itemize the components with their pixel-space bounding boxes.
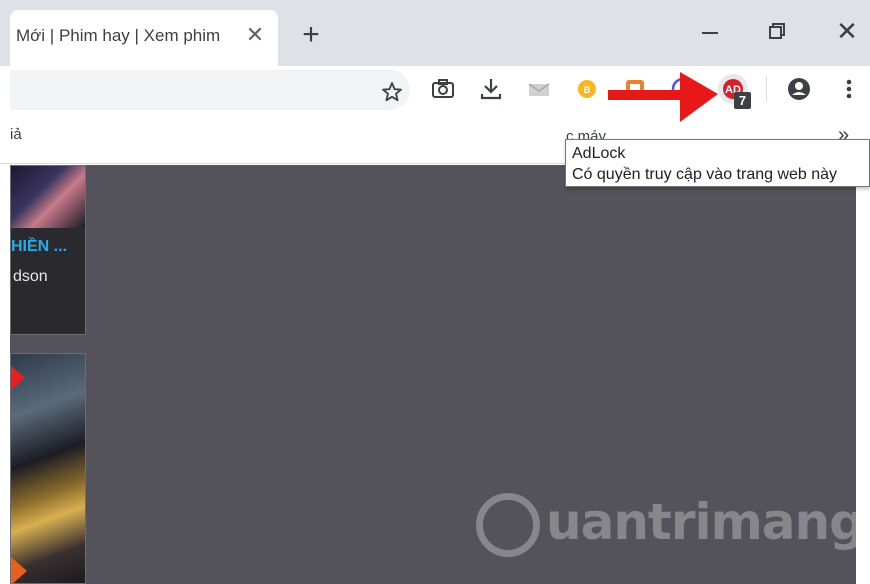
new-tab-button[interactable]: + xyxy=(296,20,326,50)
annotation-arrow-icon xyxy=(608,72,718,122)
restore-button[interactable] xyxy=(762,16,792,46)
page-edge xyxy=(0,165,10,584)
tab-title: Mới | Phim hay | Xem phim xyxy=(16,26,221,45)
coin-extension-icon[interactable]: B xyxy=(574,76,600,102)
window-close-button[interactable]: ✕ xyxy=(832,16,862,46)
watermark-logo-icon xyxy=(476,493,540,557)
toolbar: B A AD 7 xyxy=(0,66,870,116)
address-bar[interactable] xyxy=(10,70,410,110)
minimize-button[interactable] xyxy=(696,16,726,46)
movie-title[interactable]: HIỀN ... xyxy=(11,238,67,256)
ribbon-icon xyxy=(11,366,25,390)
tooltip-description: Có quyền truy cập vào trang web này xyxy=(572,166,838,183)
title-bar: Mới | Phim hay | Xem phim ✕ + ✕ xyxy=(0,0,870,66)
movie-card[interactable]: HIỀN ... dson xyxy=(10,165,86,335)
mail-extension-icon[interactable] xyxy=(526,76,552,102)
tooltip-title: AdLock xyxy=(572,145,626,162)
web-page: HIỀN ... dson uantrimang xyxy=(0,165,870,584)
svg-text:B: B xyxy=(584,85,591,95)
browser-tab[interactable]: Mới | Phim hay | Xem phim ✕ xyxy=(10,10,278,66)
download-icon[interactable] xyxy=(478,76,504,102)
movie-poster xyxy=(11,166,85,228)
bookmark-item[interactable]: iả xyxy=(10,126,22,143)
restore-icon xyxy=(769,23,785,39)
toolbar-divider xyxy=(766,76,767,102)
movie-subtitle: dson xyxy=(13,268,48,285)
tab-close-icon[interactable]: ✕ xyxy=(244,24,266,46)
ribbon-icon xyxy=(11,557,27,584)
watermark-text: uantrimang xyxy=(546,493,865,551)
movie-card[interactable] xyxy=(10,353,86,584)
bookmark-star-icon[interactable] xyxy=(380,80,404,104)
profile-icon[interactable] xyxy=(786,76,812,102)
extension-badge: 7 xyxy=(734,92,751,109)
menu-kebab-icon[interactable] xyxy=(836,76,862,102)
camera-icon[interactable] xyxy=(430,76,456,102)
extension-tooltip: AdLock Có quyền truy cập vào trang web n… xyxy=(565,139,870,187)
